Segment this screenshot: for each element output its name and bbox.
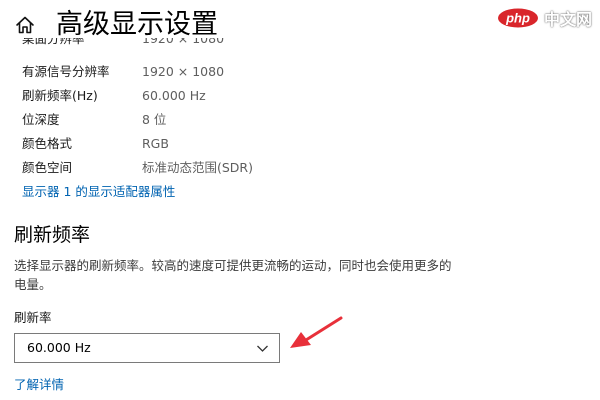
info-label: 桌面分辨率	[22, 38, 85, 46]
annotation-arrow	[290, 316, 343, 348]
refresh-rate-section-title: 刷新频率	[14, 224, 91, 246]
refresh-rate-selected-value: 60.000 Hz	[27, 340, 91, 355]
display-info-table: 桌面分辨率 1920 × 1080 有源信号分辨率 1920 × 1080 刷新…	[22, 38, 462, 184]
display-adapter-properties-link[interactable]: 显示器 1 的显示适配器属性	[22, 182, 175, 202]
info-value: 1920 × 1080	[142, 64, 225, 79]
info-row-desktop-resolution: 桌面分辨率 1920 × 1080	[22, 38, 462, 49]
info-label: 颜色格式	[22, 136, 73, 151]
info-value: 标准动态范围(SDR)	[142, 160, 253, 175]
info-row-color-space: 颜色空间 标准动态范围(SDR)	[22, 158, 462, 178]
info-label: 刷新频率(Hz)	[22, 88, 98, 103]
info-row-color-format: 颜色格式 RGB	[22, 134, 462, 154]
info-value: 8 位	[142, 112, 167, 127]
refresh-rate-dropdown[interactable]: 60.000 Hz	[14, 333, 280, 363]
chevron-down-icon	[257, 345, 268, 352]
info-value: RGB	[142, 136, 169, 151]
php-logo: php	[497, 8, 538, 28]
info-row-signal-resolution: 有源信号分辨率 1920 × 1080	[22, 62, 462, 82]
info-value: 1920 × 1080	[142, 38, 225, 46]
watermark-text: 中文网	[543, 10, 592, 29]
info-label: 有源信号分辨率	[22, 64, 110, 79]
watermark: php 中文网	[497, 6, 592, 30]
info-row-refresh-rate: 刷新频率(Hz) 60.000 Hz	[22, 86, 462, 106]
info-value: 60.000 Hz	[142, 88, 206, 103]
info-row-bit-depth: 位深度 8 位	[22, 110, 462, 130]
info-label: 位深度	[22, 112, 60, 127]
learn-more-link[interactable]: 了解详情	[14, 375, 64, 395]
info-label: 颜色空间	[22, 160, 73, 175]
refresh-rate-description: 选择显示器的刷新频率。较高的速度可提供更流畅的运动，同时也会使用更多的电量。	[14, 258, 452, 292]
refresh-rate-field-label: 刷新率	[14, 310, 52, 325]
home-icon[interactable]	[14, 14, 36, 36]
logo-text: php	[505, 11, 530, 26]
